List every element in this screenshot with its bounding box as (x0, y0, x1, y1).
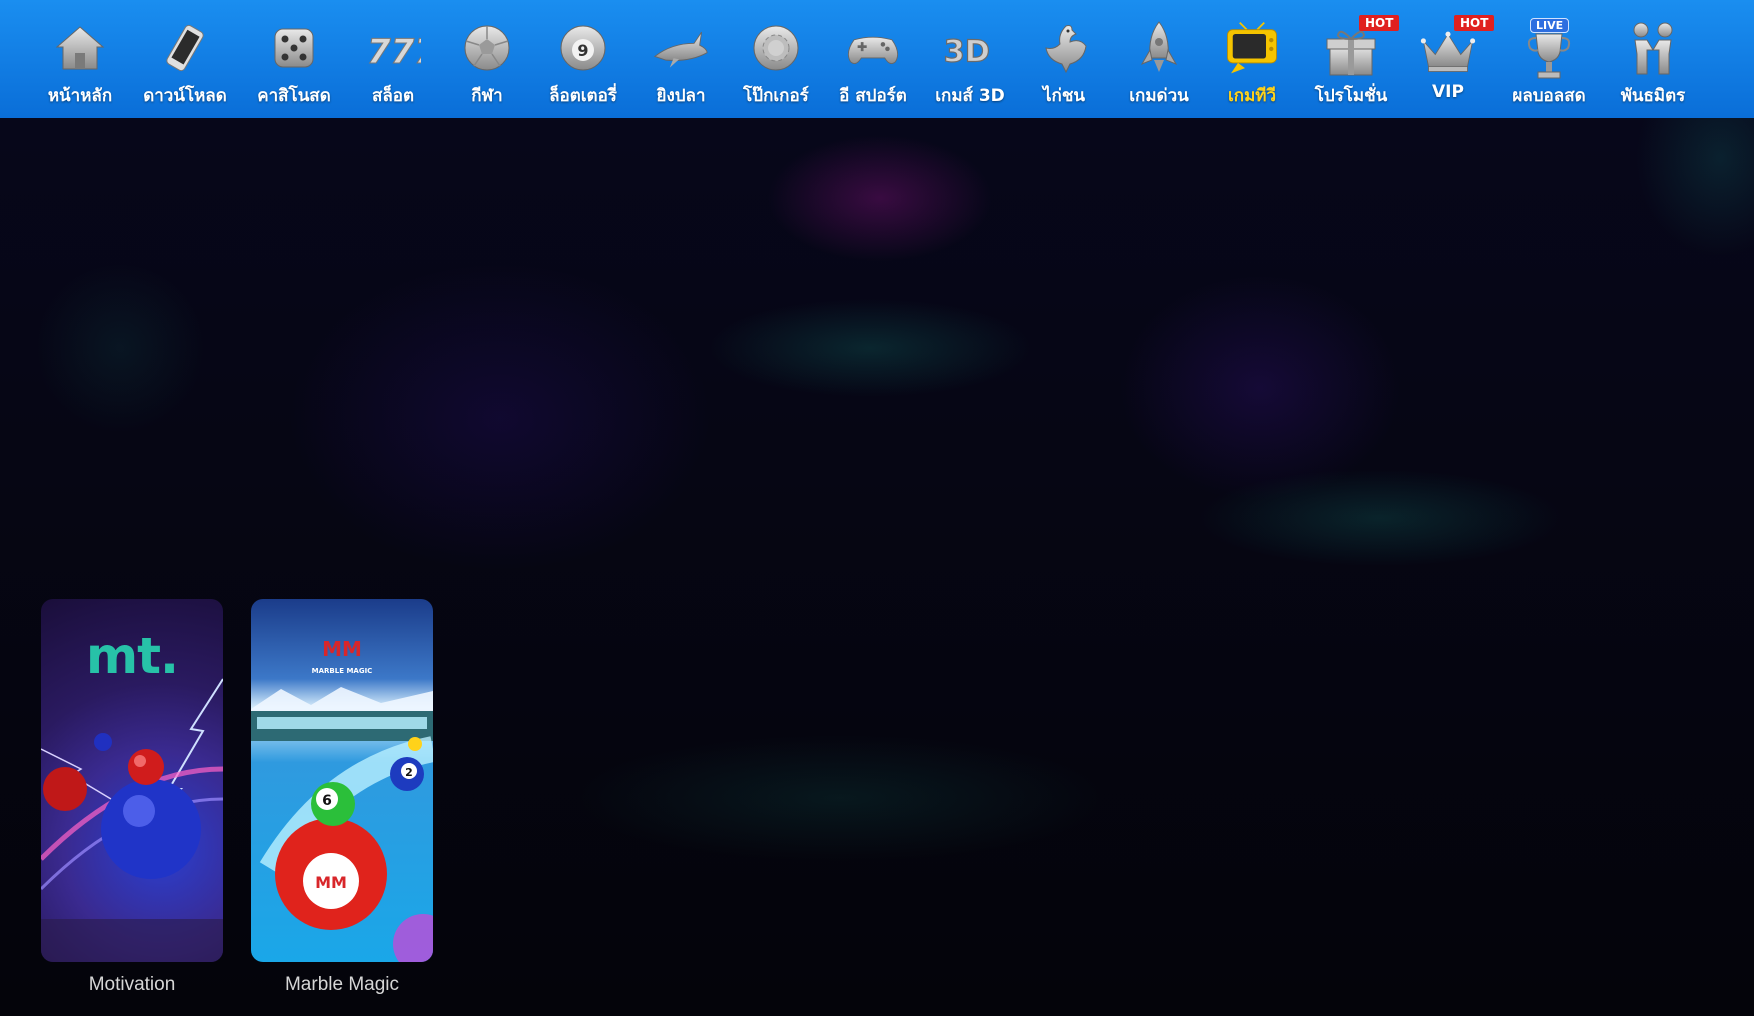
nav-item-esports[interactable]: อี สปอร์ต (827, 0, 919, 118)
nav-item-cockfight[interactable]: ไก่ชน (1018, 0, 1110, 118)
nav-item-tv-games[interactable]: เกมทีวี (1206, 0, 1298, 118)
game-thumbnail[interactable]: MM MARBLE MAGIC MM 6 2 (251, 599, 433, 962)
nav-item-lottery[interactable]: 9 ล็อตเตอรี่ (537, 0, 629, 118)
game-name: Marble Magic (284, 974, 400, 995)
3d-icon: 3D (942, 20, 998, 76)
svg-text:777: 777 (367, 32, 421, 72)
nav-label: VIP (1432, 82, 1464, 102)
gamepad-icon (845, 20, 901, 76)
nav-label: พันธมิตร (1620, 86, 1686, 106)
nav-label: เกมทีวี (1227, 86, 1277, 106)
rooster-icon (1036, 20, 1092, 76)
ball-number-6: 6 (322, 793, 332, 809)
nav-label: เกมด่วน (1129, 86, 1189, 106)
nav-item-live-scores[interactable]: LIVE ผลบอลสด (1503, 0, 1595, 118)
ball-number-2: 2 (405, 766, 413, 779)
hot-badge: HOT (1359, 15, 1400, 31)
nav-label: สล็อต (371, 86, 415, 106)
game-thumbnail[interactable]: mt. (41, 599, 223, 962)
hot-badge: HOT (1454, 15, 1495, 31)
poker-chip-icon (748, 20, 804, 76)
nav-item-quick-games[interactable]: เกมด่วน (1113, 0, 1205, 118)
rocket-icon (1131, 20, 1187, 76)
svg-text:3D: 3D (944, 35, 990, 70)
gift-icon (1323, 24, 1379, 80)
lottery-ball-icon: 9 (555, 20, 611, 76)
nav-label: หน้าหลัก (47, 86, 113, 106)
ball-logo-text: MM (315, 873, 347, 892)
top-navigation: หน้าหลัก ดาวน์โหลด คาสิโนสด 777 สล็อต กี… (0, 0, 1754, 118)
svg-text:9: 9 (577, 41, 588, 60)
nav-label: ล็อตเตอรี่ (549, 86, 617, 106)
777-icon: 777 (365, 20, 422, 76)
nav-label: โปรโมชั่น (1314, 86, 1388, 106)
game-name: Motivation (88, 974, 176, 995)
nav-item-slots[interactable]: 777 สล็อต (347, 0, 439, 118)
nav-item-fishing[interactable]: ยิงปลา (635, 0, 727, 118)
tv-icon (1224, 20, 1280, 76)
nav-label: โป๊กเกอร์ (743, 86, 809, 106)
nav-item-home[interactable]: หน้าหลัก (34, 0, 126, 118)
trophy-icon (1521, 28, 1577, 84)
nav-item-3d-games[interactable]: 3D เกมส์ 3D (924, 0, 1016, 118)
nav-label: ผลบอลสด (1512, 86, 1586, 106)
live-badge: LIVE (1530, 18, 1570, 33)
nav-label: ยิงปลา (656, 86, 706, 106)
nav-label: คาสิโนสด (257, 86, 331, 106)
shark-icon (653, 20, 709, 76)
game-card-motivation[interactable]: mt. Motivation (41, 599, 223, 996)
nav-item-promotions[interactable]: HOT โปรโมชั่น (1305, 0, 1400, 118)
nav-item-vip[interactable]: HOT VIP (1402, 0, 1495, 118)
nav-item-download[interactable]: ดาวน์โหลด (139, 0, 231, 118)
nav-item-live-casino[interactable]: คาสิโนสด (248, 0, 340, 118)
nav-label: ไก่ชน (1042, 86, 1085, 106)
dice-icon (266, 20, 322, 76)
nav-label: อี สปอร์ต (839, 86, 907, 106)
nav-item-poker[interactable]: โป๊กเกอร์ (730, 0, 822, 118)
nav-label: ดาวน์โหลด (143, 86, 227, 106)
smartphone-icon (157, 20, 213, 76)
partners-icon (1625, 20, 1681, 76)
nav-label: กีฬา (471, 86, 503, 106)
soccer-ball-icon (459, 20, 515, 76)
crown-icon (1420, 24, 1476, 80)
nav-label: เกมส์ 3D (935, 86, 1005, 106)
game-card-marble-magic[interactable]: MM MARBLE MAGIC MM 6 2 Marble Magic (251, 599, 433, 996)
home-icon (52, 20, 108, 76)
nav-item-sports[interactable]: กีฬา (441, 0, 533, 118)
nav-item-partners[interactable]: พันธมิตร (1607, 0, 1699, 118)
